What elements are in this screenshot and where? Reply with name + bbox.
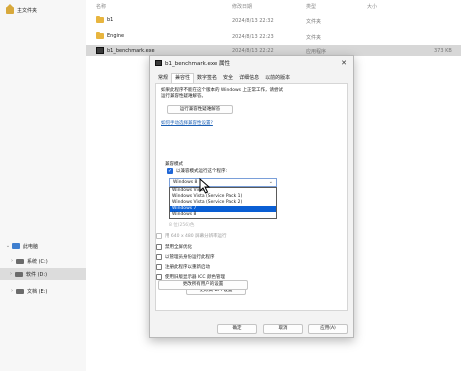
nav-item-label: 此电脑 <box>23 243 39 250</box>
column-header-name[interactable]: 名称 <box>96 3 106 11</box>
drive-icon <box>15 271 23 277</box>
tab-details[interactable]: 详细信息 <box>236 73 262 83</box>
file-row[interactable]: b1 2024/8/13 22:32 文件夹 <box>86 15 461 26</box>
file-type: 文件夹 <box>306 19 322 25</box>
nav-item-this-pc[interactable]: ⌄ 此电脑 <box>4 240 38 252</box>
chevron-down-icon[interactable]: ⌄ <box>4 243 12 249</box>
compat-mode-select[interactable]: Windows 8 ⌄ <box>169 178 277 187</box>
tab-digital-signatures[interactable]: 数字签名 <box>194 73 220 83</box>
tab-previous-versions[interactable]: 以前的版本 <box>262 73 293 83</box>
compatibility-panel: 如果此程序不能在这个版本的 Windows 上正常工作，请尝试运行兼容性疑难解答… <box>155 83 348 311</box>
file-type: 文件夹 <box>306 35 322 41</box>
file-size: 373 KB <box>434 48 452 54</box>
file-name-text: b1_benchmark.exe <box>107 47 155 54</box>
close-button[interactable]: ✕ <box>339 58 349 68</box>
checkbox-icon[interactable] <box>156 264 162 270</box>
file-modified: 2024/8/13 22:23 <box>232 34 274 40</box>
checkbox-label: 注册此程序以重新启动 <box>165 265 210 270</box>
file-modified: 2024/8/13 22:32 <box>232 18 274 24</box>
manual-settings-link[interactable]: 如何手动选择兼容性设置? <box>161 120 213 126</box>
setting-run-as-admin[interactable]: 以管理员身份运行此程序 <box>156 254 215 260</box>
file-name: b1_benchmark.exe <box>96 47 155 54</box>
file-type: 应用程序 <box>306 49 327 55</box>
change-all-users-button[interactable]: 更改所有用户的设置 <box>158 280 248 290</box>
column-header-type[interactable]: 类型 <box>306 3 316 11</box>
checkbox-label: 禁用全屏优化 <box>165 245 192 250</box>
compatibility-description: 如果此程序不能在这个版本的 Windows 上正常工作，请尝试运行兼容性疑难解答… <box>161 88 283 99</box>
file-row[interactable]: Engine 2024/8/13 22:23 文件夹 <box>86 31 461 42</box>
nav-item-label: 软件 (D:) <box>26 271 48 278</box>
file-name-text: Engine <box>107 33 125 39</box>
folder-icon <box>96 32 104 39</box>
mouse-cursor-icon <box>199 178 211 194</box>
color-mode-value: 8 位(256)色 <box>169 223 195 228</box>
tab-bar: 常规 兼容性 数字签名 安全 详细信息 以前的版本 <box>155 73 293 83</box>
navigation-pane: 主文件夹 ⌄ 此电脑 › 系统 (C:) › 软件 (D:) › 文档 (E:) <box>0 0 86 371</box>
file-name: b1 <box>96 16 114 23</box>
checkbox-label: 以兼容模式运行这个程序: <box>176 169 228 174</box>
compat-mode-section-label: 兼容模式 <box>165 162 183 167</box>
nav-item-drive-d[interactable]: › 软件 (D:) <box>0 268 86 280</box>
application-icon <box>155 60 162 66</box>
dropdown-option[interactable]: Windows 8 <box>170 212 276 218</box>
chevron-right-icon[interactable]: › <box>8 258 16 264</box>
properties-dialog: b1_benchmark.exe 属性 ✕ 常规 兼容性 数字签名 安全 详细信… <box>149 55 354 338</box>
chevron-right-icon[interactable]: › <box>8 288 16 294</box>
checkbox-icon[interactable] <box>156 233 162 239</box>
computer-icon <box>12 243 20 249</box>
drive-icon <box>16 288 24 294</box>
setting-register-restart[interactable]: 注册此程序以重新启动 <box>156 264 210 270</box>
tab-compatibility[interactable]: 兼容性 <box>171 73 195 83</box>
checkbox-icon[interactable] <box>156 244 162 250</box>
tab-security[interactable]: 安全 <box>220 73 236 83</box>
file-name-text: b1 <box>107 17 114 23</box>
drive-icon <box>16 258 24 264</box>
cancel-button[interactable]: 取消 <box>263 324 303 334</box>
chevron-down-icon: ⌄ <box>268 179 273 185</box>
setting-640x480[interactable]: 用 640 x 480 屏幕分辨率运行 <box>156 233 227 239</box>
tab-general[interactable]: 常规 <box>155 73 171 83</box>
dialog-title: b1_benchmark.exe 属性 <box>165 61 231 67</box>
folder-icon <box>96 16 104 23</box>
column-header-size[interactable]: 大小 <box>367 3 377 11</box>
home-icon <box>6 3 14 14</box>
chevron-right-icon[interactable]: › <box>7 271 15 277</box>
nav-item-drive-c[interactable]: › 系统 (C:) <box>8 255 48 267</box>
setting-disable-fullscreen-opt[interactable]: 禁用全屏优化 <box>156 244 192 250</box>
nav-item-drive-e[interactable]: › 文档 (E:) <box>8 285 47 297</box>
checkbox-label: 以管理员身份运行此程序 <box>165 255 215 260</box>
select-value: Windows 8 <box>173 180 198 185</box>
column-header-modified[interactable]: 修改日期 <box>232 3 252 11</box>
application-icon <box>96 47 104 54</box>
nav-item-label: 系统 (C:) <box>27 258 48 265</box>
apply-button[interactable]: 应用(A) <box>308 324 348 334</box>
ok-button[interactable]: 确定 <box>217 324 257 334</box>
troubleshoot-button[interactable]: 运行兼容性疑难解答 <box>167 105 233 114</box>
nav-item-label: 文档 (E:) <box>27 288 48 295</box>
compat-mode-dropdown: Windows Vista Windows Vista (Service Pac… <box>169 187 277 219</box>
nav-item-label: 主文件夹 <box>17 7 38 14</box>
compat-mode-checkbox[interactable]: ✓ 以兼容模式运行这个程序: <box>167 168 227 174</box>
dialog-titlebar[interactable]: b1_benchmark.exe 属性 ✕ <box>150 56 353 70</box>
file-name: Engine <box>96 32 125 39</box>
file-modified: 2024/8/13 22:22 <box>232 48 274 54</box>
checkbox-checked-icon[interactable]: ✓ <box>167 168 173 174</box>
checkbox-label: 用 640 x 480 屏幕分辨率运行 <box>165 234 227 239</box>
nav-item-home[interactable]: 主文件夹 <box>6 3 38 16</box>
checkbox-icon[interactable] <box>156 254 162 260</box>
